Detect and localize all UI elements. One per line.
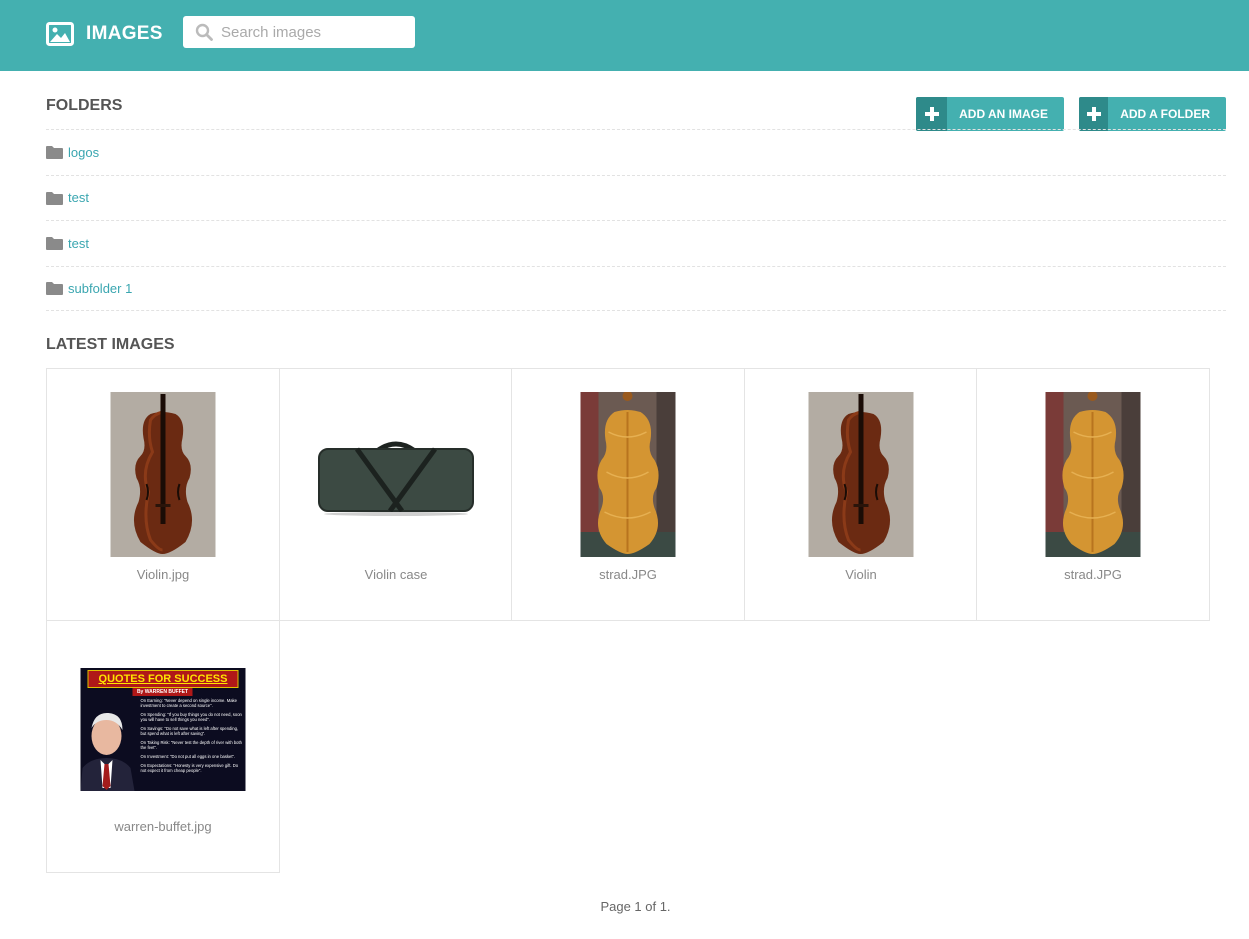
folder-item[interactable]: logos (46, 129, 1226, 175)
image-tile[interactable]: QUOTES FOR SUCCESS By WARREN BUFFET On E… (46, 620, 280, 873)
image-caption: Violin.jpg (136, 567, 190, 582)
folder-icon (46, 146, 63, 160)
image-caption: Violin (845, 567, 877, 582)
folder-item[interactable]: subfolder 1 (46, 265, 1226, 311)
image-caption: strad.JPG (1064, 567, 1122, 582)
plus-icon (1079, 97, 1109, 131)
add-image-label: ADD AN IMAGE (959, 107, 1048, 121)
folder-icon (46, 282, 63, 296)
image-caption: Violin case (364, 567, 428, 582)
poster-quote-line: On Taking Risk: "Never test the depth of… (140, 740, 243, 751)
poster-quote-line: On Earning: "Never depend on single inco… (140, 698, 237, 709)
portrait-image (80, 712, 135, 791)
folder-link[interactable]: logos (68, 145, 99, 160)
folder-list: logos test test subfolder 1 (46, 129, 1226, 311)
image-tile[interactable]: Violin.jpg (46, 368, 280, 621)
add-folder-button[interactable]: ADD A FOLDER (1079, 97, 1226, 131)
violin-thumbnail (110, 392, 216, 557)
violin-back-thumbnail (1045, 392, 1141, 557)
violin-case-thumbnail (318, 441, 474, 516)
folder-item[interactable]: test (46, 174, 1226, 221)
pagination-status: Page 1 of 1. (600, 899, 671, 914)
poster-quotes: On Earning: "Never depend on single inco… (141, 698, 243, 777)
poster-byline: By WARREN BUFFET (132, 688, 193, 696)
poster-quote-line: On Investment: "Do not put all eggs in o… (140, 754, 236, 759)
image-caption: strad.JPG (599, 567, 657, 582)
poster-heading: QUOTES FOR SUCCESS (87, 670, 239, 688)
plus-icon (916, 97, 948, 131)
add-folder-label: ADD A FOLDER (1120, 107, 1210, 121)
poster-quote-line: On Spending: "If you buy things you do n… (140, 712, 242, 723)
image-tile[interactable]: strad.JPG (976, 368, 1210, 621)
quote-poster-thumbnail: QUOTES FOR SUCCESS By WARREN BUFFET On E… (80, 668, 246, 791)
folder-icon (46, 237, 63, 251)
page-title: IMAGES (86, 23, 163, 44)
search-input[interactable] (221, 18, 411, 46)
search-icon (195, 23, 213, 41)
latest-images-heading: LATEST IMAGES (46, 336, 175, 353)
folder-link[interactable]: test (68, 190, 89, 205)
poster-quote-line: On Savings: "Do not save what is left af… (140, 726, 239, 737)
violin-back-thumbnail (580, 392, 676, 557)
brand[interactable]: IMAGES (46, 20, 163, 48)
image-tile[interactable]: Violin (744, 368, 978, 621)
image-tile[interactable]: strad.JPG (511, 368, 745, 621)
image-icon (46, 22, 74, 46)
folder-icon (46, 191, 63, 205)
folders-heading: FOLDERS (46, 97, 123, 114)
add-image-button[interactable]: ADD AN IMAGE (916, 97, 1064, 131)
top-bar: IMAGES (0, 0, 1249, 71)
image-caption: warren-buffet.jpg (114, 819, 212, 834)
image-tile[interactable]: Violin case (279, 368, 513, 621)
folder-link[interactable]: test (68, 236, 89, 251)
poster-quote-line: On Expectations: "Honesty is very expens… (140, 762, 239, 773)
folder-item[interactable]: test (46, 220, 1226, 266)
violin-thumbnail (808, 392, 914, 557)
search-box[interactable] (183, 16, 415, 48)
folder-link[interactable]: subfolder 1 (68, 281, 132, 296)
